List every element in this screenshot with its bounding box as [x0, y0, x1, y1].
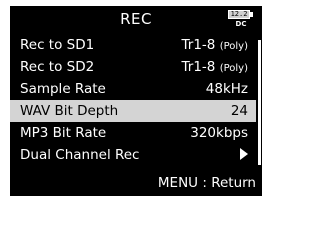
menu-item-value: 24 — [230, 103, 248, 119]
device-screen: REC 12.2 DC Rec to SD1 Tr1-8 (Poly) Rec … — [10, 6, 262, 196]
menu-item-sample-rate[interactable]: Sample Rate 48kHz — [10, 78, 256, 100]
title-bar: REC 12.2 DC — [10, 6, 262, 32]
menu-item-label: Sample Rate — [20, 81, 106, 97]
menu-item-label: Rec to SD1 — [20, 37, 95, 53]
battery-level: 12.2 — [228, 10, 250, 19]
battery-tip — [250, 12, 253, 17]
menu-item-value: Tr1-8 (Poly) — [182, 34, 248, 58]
menu-item-value: 320kbps — [190, 125, 248, 141]
menu-item-wav-bit-depth[interactable]: WAV Bit Depth 24 — [10, 100, 256, 122]
value-sub: (Poly) — [219, 63, 248, 74]
menu-item-dual-channel-rec[interactable]: Dual Channel Rec — [10, 144, 256, 166]
value-main: Tr1-8 — [181, 59, 216, 75]
menu-item-label: MP3 Bit Rate — [20, 125, 107, 141]
menu-item-value: 48kHz — [205, 81, 248, 97]
menu-item-label: Dual Channel Rec — [20, 147, 140, 163]
menu-item-label: WAV Bit Depth — [20, 103, 119, 119]
battery-icon: 12.2 DC — [228, 10, 254, 30]
value-main: Tr1-8 — [181, 37, 216, 53]
menu-item-label: Rec to SD2 — [20, 59, 95, 75]
menu-item-rec-to-sd1[interactable]: Rec to SD1 Tr1-8 (Poly) — [10, 34, 256, 56]
footer-return-hint[interactable]: MENU : Return — [158, 174, 256, 192]
menu-item-mp3-bit-rate[interactable]: MP3 Bit Rate 320kbps — [10, 122, 256, 144]
value-sub: (Poly) — [219, 41, 248, 52]
menu-item-rec-to-sd2[interactable]: Rec to SD2 Tr1-8 (Poly) — [10, 56, 256, 78]
menu-item-value: Tr1-8 (Poly) — [182, 56, 248, 80]
battery-power-label: DC — [235, 20, 247, 28]
right-triangle-icon — [240, 148, 248, 160]
screen-title: REC — [120, 10, 152, 28]
scrollbar[interactable] — [258, 40, 261, 165]
submenu-arrow — [240, 144, 248, 166]
